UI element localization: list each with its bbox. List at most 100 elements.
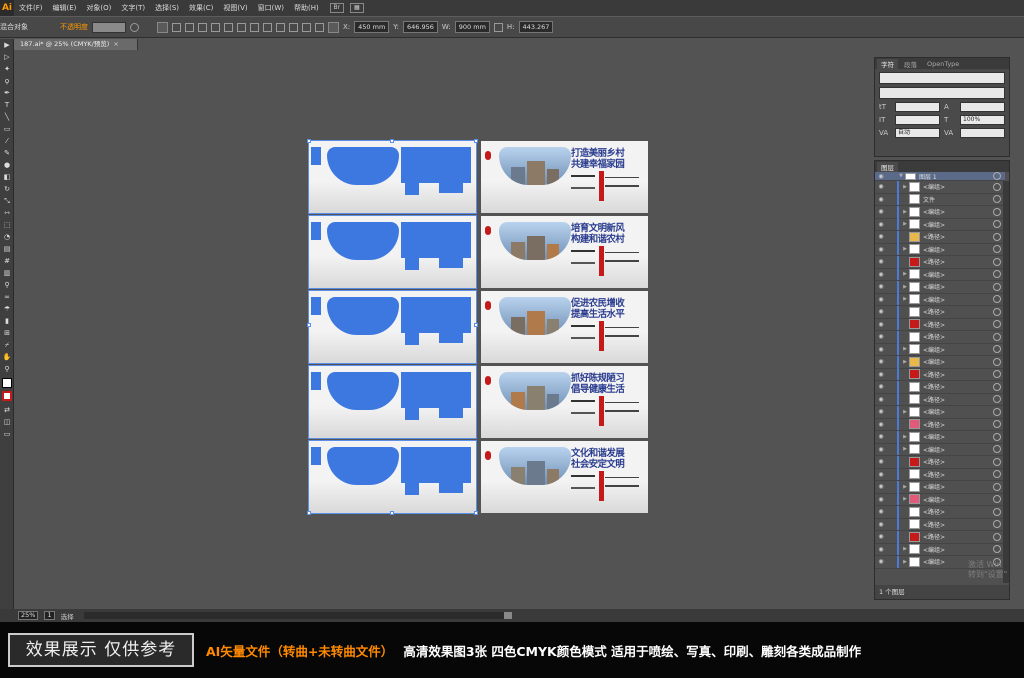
layer-row[interactable]: ◉ ▶ <编组> xyxy=(875,493,1005,506)
target-circle-icon[interactable] xyxy=(993,270,1001,279)
align-middle-icon[interactable] xyxy=(224,22,233,32)
distribute-icon[interactable] xyxy=(250,22,259,32)
transform-icon[interactable] xyxy=(302,22,311,32)
target-circle-icon[interactable] xyxy=(993,382,1001,391)
expand-arrow-icon[interactable]: ▶ xyxy=(901,271,909,277)
layer-row[interactable]: ◉ <路径> xyxy=(875,330,1005,344)
menu-view[interactable]: 视图(V) xyxy=(218,3,252,13)
blend-tool-icon[interactable]: ∞ xyxy=(0,291,14,303)
opacity-swatch[interactable] xyxy=(92,21,126,33)
fill-color-swatch[interactable] xyxy=(2,378,12,388)
kerning-field[interactable]: 自动 xyxy=(895,128,940,138)
line-tool-icon[interactable]: ╲ xyxy=(0,111,14,123)
visibility-eye-icon[interactable]: ◉ xyxy=(875,173,887,180)
tab-opentype[interactable]: OpenType xyxy=(923,60,963,68)
visibility-eye-icon[interactable]: ◉ xyxy=(875,321,887,328)
scale-tool-icon[interactable]: ⤡ xyxy=(0,195,14,207)
layer-row[interactable]: ◉ <路径> xyxy=(875,230,1005,244)
symbol-sprayer-tool-icon[interactable]: ☂ xyxy=(0,303,14,315)
layer-row[interactable]: ◉ ▶ <编组> xyxy=(875,543,1005,556)
layer-row[interactable]: ◉ <路径> xyxy=(875,455,1005,469)
layer-row[interactable]: ◉ ▶ <编组> xyxy=(875,218,1005,231)
visibility-eye-icon[interactable]: ◉ xyxy=(875,533,887,540)
layer-row[interactable]: ◉ ▶ <编组> xyxy=(875,280,1005,294)
target-circle-icon[interactable] xyxy=(993,195,1001,204)
swap-colors-icon[interactable]: ⇄ xyxy=(0,404,14,416)
artboard-nav-field[interactable]: 1 xyxy=(44,611,55,620)
align-bottom-icon[interactable] xyxy=(237,22,246,32)
layer-row[interactable]: ◉ ▶ <编组> xyxy=(875,293,1005,306)
artboard-card[interactable]: 文化和谐发展 社会安定文明 xyxy=(481,441,648,513)
arrange-documents-icon[interactable]: ▦ xyxy=(349,3,364,13)
layer-row[interactable]: ◉ <路径> xyxy=(875,530,1005,544)
artboard-card[interactable]: 抓好陈规陋习 倡导健康生活 xyxy=(481,366,648,438)
layer-row[interactable]: ◉ <路径> xyxy=(875,518,1005,531)
menu-file[interactable]: 文件(F) xyxy=(14,3,48,13)
tab-layers[interactable]: 图层 xyxy=(877,161,898,172)
constrain-link-icon[interactable] xyxy=(493,22,503,32)
more-icon[interactable] xyxy=(315,22,324,32)
zoom-tool-icon[interactable]: ⚲ xyxy=(0,363,14,375)
opacity-label[interactable]: 不透明度 xyxy=(60,22,88,32)
tab-character[interactable]: 字符 xyxy=(877,58,898,69)
visibility-eye-icon[interactable]: ◉ xyxy=(875,421,887,428)
target-circle-icon[interactable] xyxy=(993,357,1001,366)
target-circle-icon[interactable] xyxy=(993,520,1001,529)
target-circle-icon[interactable] xyxy=(993,445,1001,454)
menu-type[interactable]: 文字(T) xyxy=(116,3,150,13)
visibility-eye-icon[interactable]: ◉ xyxy=(875,433,887,440)
target-circle-icon[interactable] xyxy=(993,532,1001,541)
blob-brush-tool-icon[interactable]: ● xyxy=(0,159,14,171)
artboard-tool-icon[interactable]: ⊞ xyxy=(0,327,14,339)
recolor-icon[interactable] xyxy=(130,22,139,32)
perspective-grid-tool-icon[interactable]: ▤ xyxy=(0,243,14,255)
layer-row[interactable]: ◉ <路径> xyxy=(875,393,1005,406)
visibility-eye-icon[interactable]: ◉ xyxy=(875,471,887,478)
target-circle-icon[interactable] xyxy=(993,282,1001,291)
pencil-tool-icon[interactable]: ✎ xyxy=(0,147,14,159)
layer-row[interactable]: ◉ <路径> xyxy=(875,318,1005,331)
expand-arrow-icon[interactable]: ▼ xyxy=(897,173,905,179)
target-circle-icon[interactable] xyxy=(993,332,1001,341)
shape-builder-tool-icon[interactable]: ◔ xyxy=(0,231,14,243)
visibility-eye-icon[interactable]: ◉ xyxy=(875,258,887,265)
layer-row[interactable]: ◉ ▶ <编组> xyxy=(875,343,1005,356)
distribute-v-icon[interactable] xyxy=(276,22,285,32)
menu-window[interactable]: 窗口(W) xyxy=(253,3,289,13)
layer-row[interactable]: ◉ <路径> xyxy=(875,468,1005,481)
visibility-eye-icon[interactable]: ◉ xyxy=(875,308,887,315)
close-icon[interactable]: × xyxy=(113,40,118,48)
type-tool-icon[interactable]: T xyxy=(0,99,14,111)
font-style-select[interactable] xyxy=(879,87,1005,99)
layer-row[interactable]: ◉ <路径> xyxy=(875,505,1005,519)
selection-tool-icon[interactable]: ▶ xyxy=(0,39,14,51)
artboard-card-selected[interactable] xyxy=(308,440,477,514)
visibility-eye-icon[interactable]: ◉ xyxy=(875,233,887,240)
selection-handle[interactable] xyxy=(474,511,478,515)
eraser-tool-icon[interactable]: ◧ xyxy=(0,171,14,183)
target-circle-icon[interactable] xyxy=(993,257,1001,266)
layer-row[interactable]: ◉ ▶ <编组> xyxy=(875,430,1005,444)
expand-arrow-icon[interactable]: ▶ xyxy=(901,296,909,302)
layer-row[interactable]: ◉ <路径> xyxy=(875,255,1005,269)
expand-arrow-icon[interactable]: ▶ xyxy=(901,284,909,290)
visibility-eye-icon[interactable]: ◉ xyxy=(875,296,887,303)
target-circle-icon[interactable] xyxy=(993,470,1001,479)
expand-arrow-icon[interactable]: ▶ xyxy=(901,434,909,440)
layer-row[interactable]: ◉ <路径> xyxy=(875,380,1005,394)
status-mode[interactable]: 选择 xyxy=(61,611,74,621)
mesh-tool-icon[interactable]: # xyxy=(0,255,14,267)
align-top-icon[interactable] xyxy=(211,22,220,32)
target-circle-icon[interactable] xyxy=(993,482,1001,491)
font-size-field[interactable] xyxy=(895,102,940,112)
selection-handle[interactable] xyxy=(307,511,311,515)
visibility-eye-icon[interactable]: ◉ xyxy=(875,408,887,415)
expand-arrow-icon[interactable]: ▶ xyxy=(901,559,909,565)
visibility-eye-icon[interactable]: ◉ xyxy=(875,183,887,190)
document-tab[interactable]: 187.ai* @ 25% (CMYK/预览) × xyxy=(14,39,138,50)
target-circle-icon[interactable] xyxy=(993,207,1001,216)
align-center-icon[interactable] xyxy=(185,22,194,32)
tracking-field[interactable] xyxy=(960,128,1005,138)
target-circle-icon[interactable] xyxy=(993,370,1001,379)
horizontal-scale-field[interactable]: 100% xyxy=(960,115,1005,125)
